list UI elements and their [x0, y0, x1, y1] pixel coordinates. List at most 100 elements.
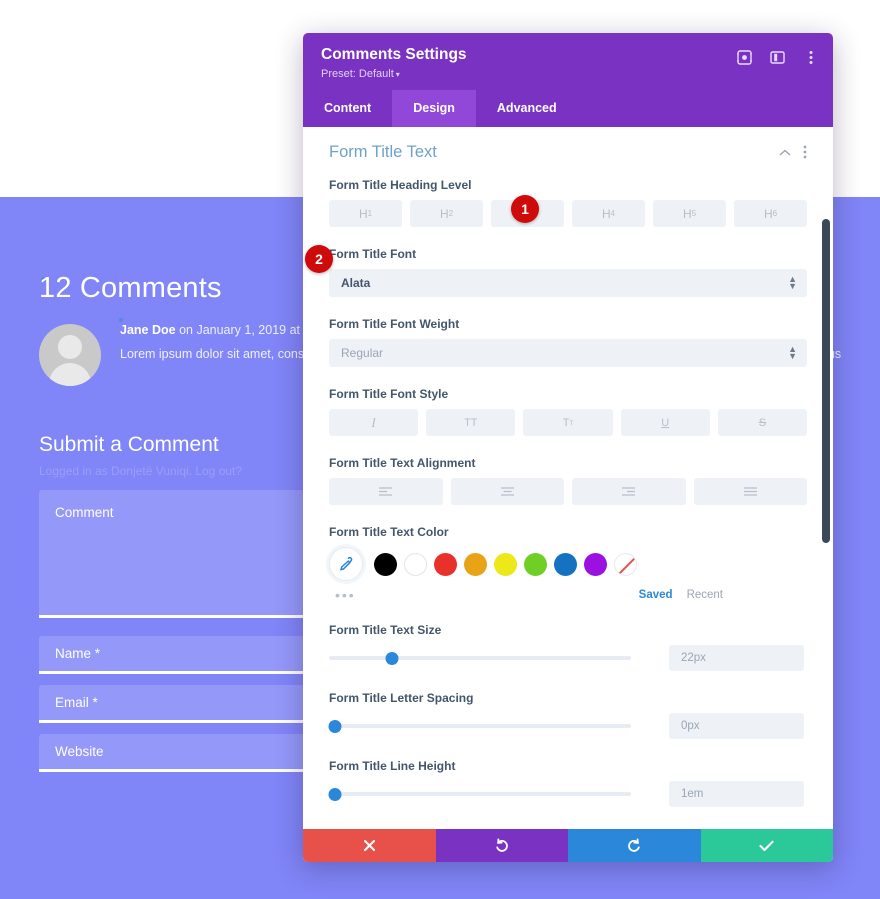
heading-level-h1[interactable]: H1: [329, 200, 402, 227]
modal-body: Form Title Text Form Title Heading Level: [303, 127, 833, 829]
undo-icon: [496, 838, 509, 852]
letter-spacing-label: Form Title Letter Spacing: [329, 691, 474, 705]
option-font-weight: Form Title Font Weight Regular ▲ ▼: [329, 317, 807, 367]
slider-thumb[interactable]: [385, 651, 399, 665]
option-heading-level: Form Title Heading Level H1 H2 H3 H4 H5 …: [329, 178, 807, 227]
line-height-value[interactable]: 1em: [669, 781, 804, 807]
text-size-value[interactable]: 22px: [669, 645, 804, 671]
preset-selector[interactable]: Preset: Default ▾: [321, 68, 815, 90]
h6-num: 6: [772, 209, 778, 218]
annotation-badge-1: 1: [511, 195, 539, 223]
option-text-alignment: Form Title Text Alignment: [329, 456, 807, 505]
heading-level-label: Form Title Heading Level: [329, 178, 472, 192]
option-font-style: Form Title Font Style I TT Tт U S: [329, 387, 808, 436]
select-arrows-icon: ▲ ▼: [788, 274, 797, 291]
h2-text: H: [439, 206, 449, 221]
saved-colors-tab[interactable]: Saved: [639, 589, 673, 601]
swatch-red[interactable]: [434, 552, 457, 576]
annotation-badge-2: 2: [305, 245, 333, 273]
check-icon: [759, 840, 774, 851]
text-size-label: Form Title Text Size: [329, 623, 442, 637]
h5-num: 5: [691, 209, 697, 218]
submit-comment-heading: Submit a Comment: [39, 433, 219, 456]
small-caps-icon[interactable]: Tт: [523, 409, 613, 436]
line-height-label: Form Title Line Height: [329, 759, 456, 773]
editor-hover-dot-2: [119, 318, 123, 322]
focus-target-icon[interactable]: [736, 49, 753, 66]
layout-panel-icon[interactable]: [769, 49, 786, 66]
swatch-transparent[interactable]: [614, 552, 637, 576]
font-weight-select[interactable]: Regular ▲ ▼: [329, 339, 807, 367]
section-title: Form Title Text: [329, 143, 437, 161]
font-style-buttons: I TT Tт U S: [329, 409, 808, 436]
font-weight-value: Regular: [341, 346, 384, 360]
section-header-form-title-text: Form Title Text: [329, 143, 807, 178]
close-icon: [363, 839, 375, 852]
redo-icon: [627, 838, 640, 852]
underline-icon[interactable]: U: [620, 409, 710, 436]
text-shadow-label: Form Title Text Shadow: [329, 827, 807, 829]
swatch-purple[interactable]: [584, 552, 607, 576]
font-style-label: Form Title Font Style: [329, 387, 449, 401]
chevron-down-icon: ▾: [395, 70, 400, 79]
align-center-icon[interactable]: [450, 478, 564, 505]
swatch-yellow[interactable]: [494, 552, 517, 576]
h4-text: H: [601, 206, 611, 221]
avatar-head: [58, 335, 82, 359]
align-left-icon[interactable]: [329, 478, 443, 505]
chevron-up-icon[interactable]: [779, 147, 791, 159]
scrollbar-thumb[interactable]: [822, 219, 830, 543]
modal-tabs: Content Design Advanced: [303, 90, 833, 127]
option-letter-spacing: Form Title Letter Spacing 0px: [328, 691, 807, 739]
text-color-label: Form Title Text Color: [329, 525, 449, 539]
option-text-color: Form Title Text Color ••• Saved Recent: [329, 525, 807, 603]
line-height-slider[interactable]: [328, 786, 631, 802]
modal-header-icons: [736, 49, 819, 66]
heading-level-h6[interactable]: H6: [734, 200, 807, 227]
saved-recent-tabs: Saved Recent: [639, 589, 807, 601]
tab-content[interactable]: Content: [303, 90, 392, 127]
swatch-orange[interactable]: [464, 552, 487, 576]
tab-design[interactable]: Design: [392, 90, 476, 127]
letter-spacing-value[interactable]: 0px: [669, 713, 804, 739]
h1-num: 1: [367, 209, 373, 218]
redo-button[interactable]: [568, 829, 701, 862]
save-button[interactable]: [700, 829, 833, 862]
h1-text: H: [358, 206, 368, 221]
undo-button[interactable]: [435, 829, 568, 862]
swatch-green[interactable]: [524, 552, 547, 576]
swatch-black[interactable]: [374, 552, 397, 576]
section-more-vertical-icon[interactable]: [803, 145, 807, 161]
align-right-icon[interactable]: [572, 478, 686, 505]
settings-scrollbar[interactable]: [822, 127, 830, 829]
uppercase-icon[interactable]: TT: [426, 409, 516, 436]
letter-spacing-slider[interactable]: [328, 718, 631, 734]
option-font: Form Title Font Alata ▲ ▼: [329, 247, 807, 297]
italic-icon[interactable]: I: [329, 409, 419, 436]
swatch-blue[interactable]: [554, 552, 577, 576]
recent-colors-tab[interactable]: Recent: [687, 589, 723, 601]
tab-advanced[interactable]: Advanced: [476, 90, 578, 127]
heading-level-h2[interactable]: H2: [410, 200, 483, 227]
align-justify-icon[interactable]: [693, 478, 807, 505]
swatch-white[interactable]: [404, 552, 427, 576]
slider-track: [329, 792, 631, 796]
more-vertical-icon[interactable]: [802, 49, 819, 66]
h2-num: 2: [448, 209, 454, 218]
slider-thumb[interactable]: [328, 719, 342, 733]
text-size-slider[interactable]: [329, 650, 631, 666]
more-colors-icon[interactable]: •••: [329, 587, 356, 603]
text-alignment-buttons: [329, 478, 807, 505]
color-footer: ••• Saved Recent: [329, 587, 807, 603]
strikethrough-icon[interactable]: S: [717, 409, 808, 436]
logged-in-notice[interactable]: Logged in as Donjetë Vuniqi. Log out?: [39, 464, 242, 478]
cancel-button[interactable]: [303, 829, 436, 862]
option-text-size: Form Title Text Size 22px: [329, 623, 807, 671]
heading-level-h5[interactable]: H5: [653, 200, 726, 227]
eyedropper-icon[interactable]: [329, 547, 363, 581]
heading-level-buttons: H1 H2 H3 H4 H5 H6: [329, 200, 807, 227]
heading-level-h4[interactable]: H4: [572, 200, 645, 227]
slider-thumb[interactable]: [328, 787, 342, 801]
option-text-shadow: Form Title Text Shadow aA aA: [329, 827, 807, 829]
font-select[interactable]: Alata ▲ ▼: [329, 269, 807, 297]
